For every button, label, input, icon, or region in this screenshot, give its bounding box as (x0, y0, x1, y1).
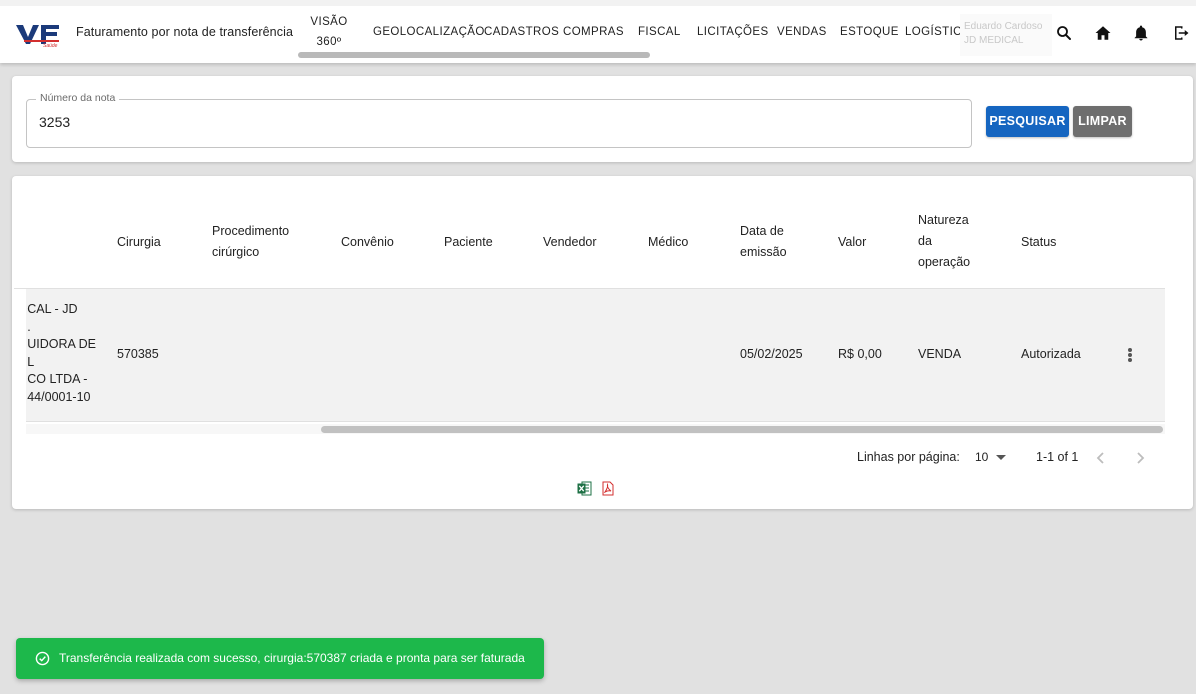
user-name: Eduardo Cardoso (964, 21, 1043, 32)
column-header-nature-line2: da (918, 234, 932, 248)
column-header-date-line2: emissão (740, 245, 787, 259)
excel-export-icon[interactable] (577, 481, 592, 496)
nav-visao-360[interactable]: VISÃO 360º (308, 12, 350, 48)
clipped-line-5: CO LTDA - (27, 372, 88, 386)
nav-fiscal[interactable]: FISCAL (638, 22, 681, 42)
clipped-supplier-text: CAL - JD . UIDORA DE L CO LTDA - 44/0001… (27, 301, 96, 406)
user-info[interactable]: Eduardo Cardoso JD MEDICAL (960, 14, 1052, 56)
top-border (0, 0, 1196, 6)
row-cell-clipped-supplier: CAL - JD . UIDORA DE L CO LTDA - 44/0001… (26, 301, 96, 411)
rows-per-page-value: 10 (975, 450, 989, 464)
invoice-number-input[interactable] (39, 114, 939, 130)
table-row[interactable] (26, 289, 1165, 422)
svg-text:Saúde: Saúde (43, 43, 58, 48)
search-button[interactable]: PESQUISAR (986, 106, 1069, 137)
column-header-nature-line3: operação (918, 255, 971, 269)
column-header-nature-line1: Natureza (918, 213, 969, 227)
main-navigation: VISÃO 360º GEOLOCALIZAÇÃO CADASTROS COMP… (298, 10, 960, 48)
invoice-number-label: Número da nota (36, 92, 120, 104)
nav-scrollbar[interactable] (298, 52, 650, 58)
column-header-covenant[interactable]: Convênio (341, 232, 394, 253)
table-horizontal-scrollbar[interactable] (321, 426, 1163, 433)
nav-vendas[interactable]: VENDAS (777, 22, 827, 42)
row-actions-more-icon[interactable] (1126, 347, 1134, 363)
column-header-date-line1: Data de (740, 224, 784, 238)
clipped-line-3: UIDORA DE (27, 337, 96, 351)
success-snackbar: Transferência realizada com sucesso, cir… (16, 638, 544, 679)
clipped-line-4: L (27, 354, 35, 369)
clipped-line-6: 44/0001-10 (27, 389, 91, 404)
row-cell-operation-nature: VENDA (918, 347, 962, 361)
column-header-emission-date[interactable]: Data de emissão (740, 221, 787, 263)
home-icon[interactable] (1094, 24, 1112, 42)
column-header-procedure-line2: cirúrgico (212, 245, 260, 259)
clipped-line-2: . (27, 319, 31, 334)
dropdown-caret-icon (996, 455, 1007, 461)
column-header-doctor[interactable]: Médico (648, 232, 688, 253)
column-header-procedure[interactable]: Procedimento cirúrgico (212, 221, 289, 263)
snackbar-message: Transferência realizada com sucesso, cir… (59, 651, 525, 665)
nav-geolocalizacao[interactable]: GEOLOCALIZAÇÃO (373, 22, 485, 42)
column-header-operation-nature[interactable]: Natureza da operação (918, 210, 970, 273)
column-header-procedure-line1: Procedimento (212, 224, 290, 238)
invoice-number-field[interactable]: Número da nota (26, 92, 972, 148)
vf-saude-logo[interactable]: Saúde (15, 22, 61, 48)
user-company: JD MEDICAL (964, 35, 1024, 46)
next-page-chevron-icon[interactable] (1134, 450, 1148, 466)
column-header-seller[interactable]: Vendedor (543, 232, 597, 253)
column-header-surgery[interactable]: Cirurgia (117, 232, 161, 253)
notifications-bell-icon[interactable] (1132, 24, 1150, 42)
pdf-export-icon[interactable] (600, 481, 615, 496)
nav-compras[interactable]: COMPRAS (563, 22, 624, 42)
pagination-range: 1-1 of 1 (1036, 450, 1079, 464)
nav-cadastros[interactable]: CADASTROS (484, 22, 559, 42)
column-header-status[interactable]: Status (1021, 232, 1056, 253)
rows-per-page-label: Linhas por página: (857, 450, 960, 464)
row-cell-status: Autorizada (1021, 347, 1081, 361)
nav-estoque[interactable]: ESTOQUE (840, 22, 899, 42)
nav-visao-line2: 360º (316, 36, 342, 48)
previous-page-chevron-icon[interactable] (1093, 450, 1107, 466)
clear-button[interactable]: LIMPAR (1073, 106, 1132, 137)
column-header-value[interactable]: Valor (838, 232, 866, 253)
rows-per-page-select[interactable]: 10 (975, 450, 1007, 464)
row-cell-surgery: 570385 (117, 347, 159, 361)
nav-visao-line1: VISÃO (310, 16, 348, 28)
top-app-bar: Saúde Faturamento por nota de transferên… (0, 0, 1196, 63)
check-circle-icon (35, 651, 50, 666)
row-cell-value: R$ 0,00 (838, 347, 882, 361)
column-header-patient[interactable]: Paciente (444, 232, 493, 253)
nav-logistica[interactable]: LOGÍSTICA (905, 22, 960, 42)
page-title: Faturamento por nota de transferência (76, 25, 294, 39)
search-icon[interactable] (1055, 24, 1073, 42)
clipped-line-1: CAL - JD (27, 302, 78, 316)
search-panel: Número da nota PESQUISAR LIMPAR (12, 76, 1193, 162)
logout-icon[interactable] (1172, 24, 1190, 42)
row-cell-emission-date: 05/02/2025 (740, 347, 803, 361)
nav-licitacoes[interactable]: LICITAÇÕES (697, 22, 769, 42)
